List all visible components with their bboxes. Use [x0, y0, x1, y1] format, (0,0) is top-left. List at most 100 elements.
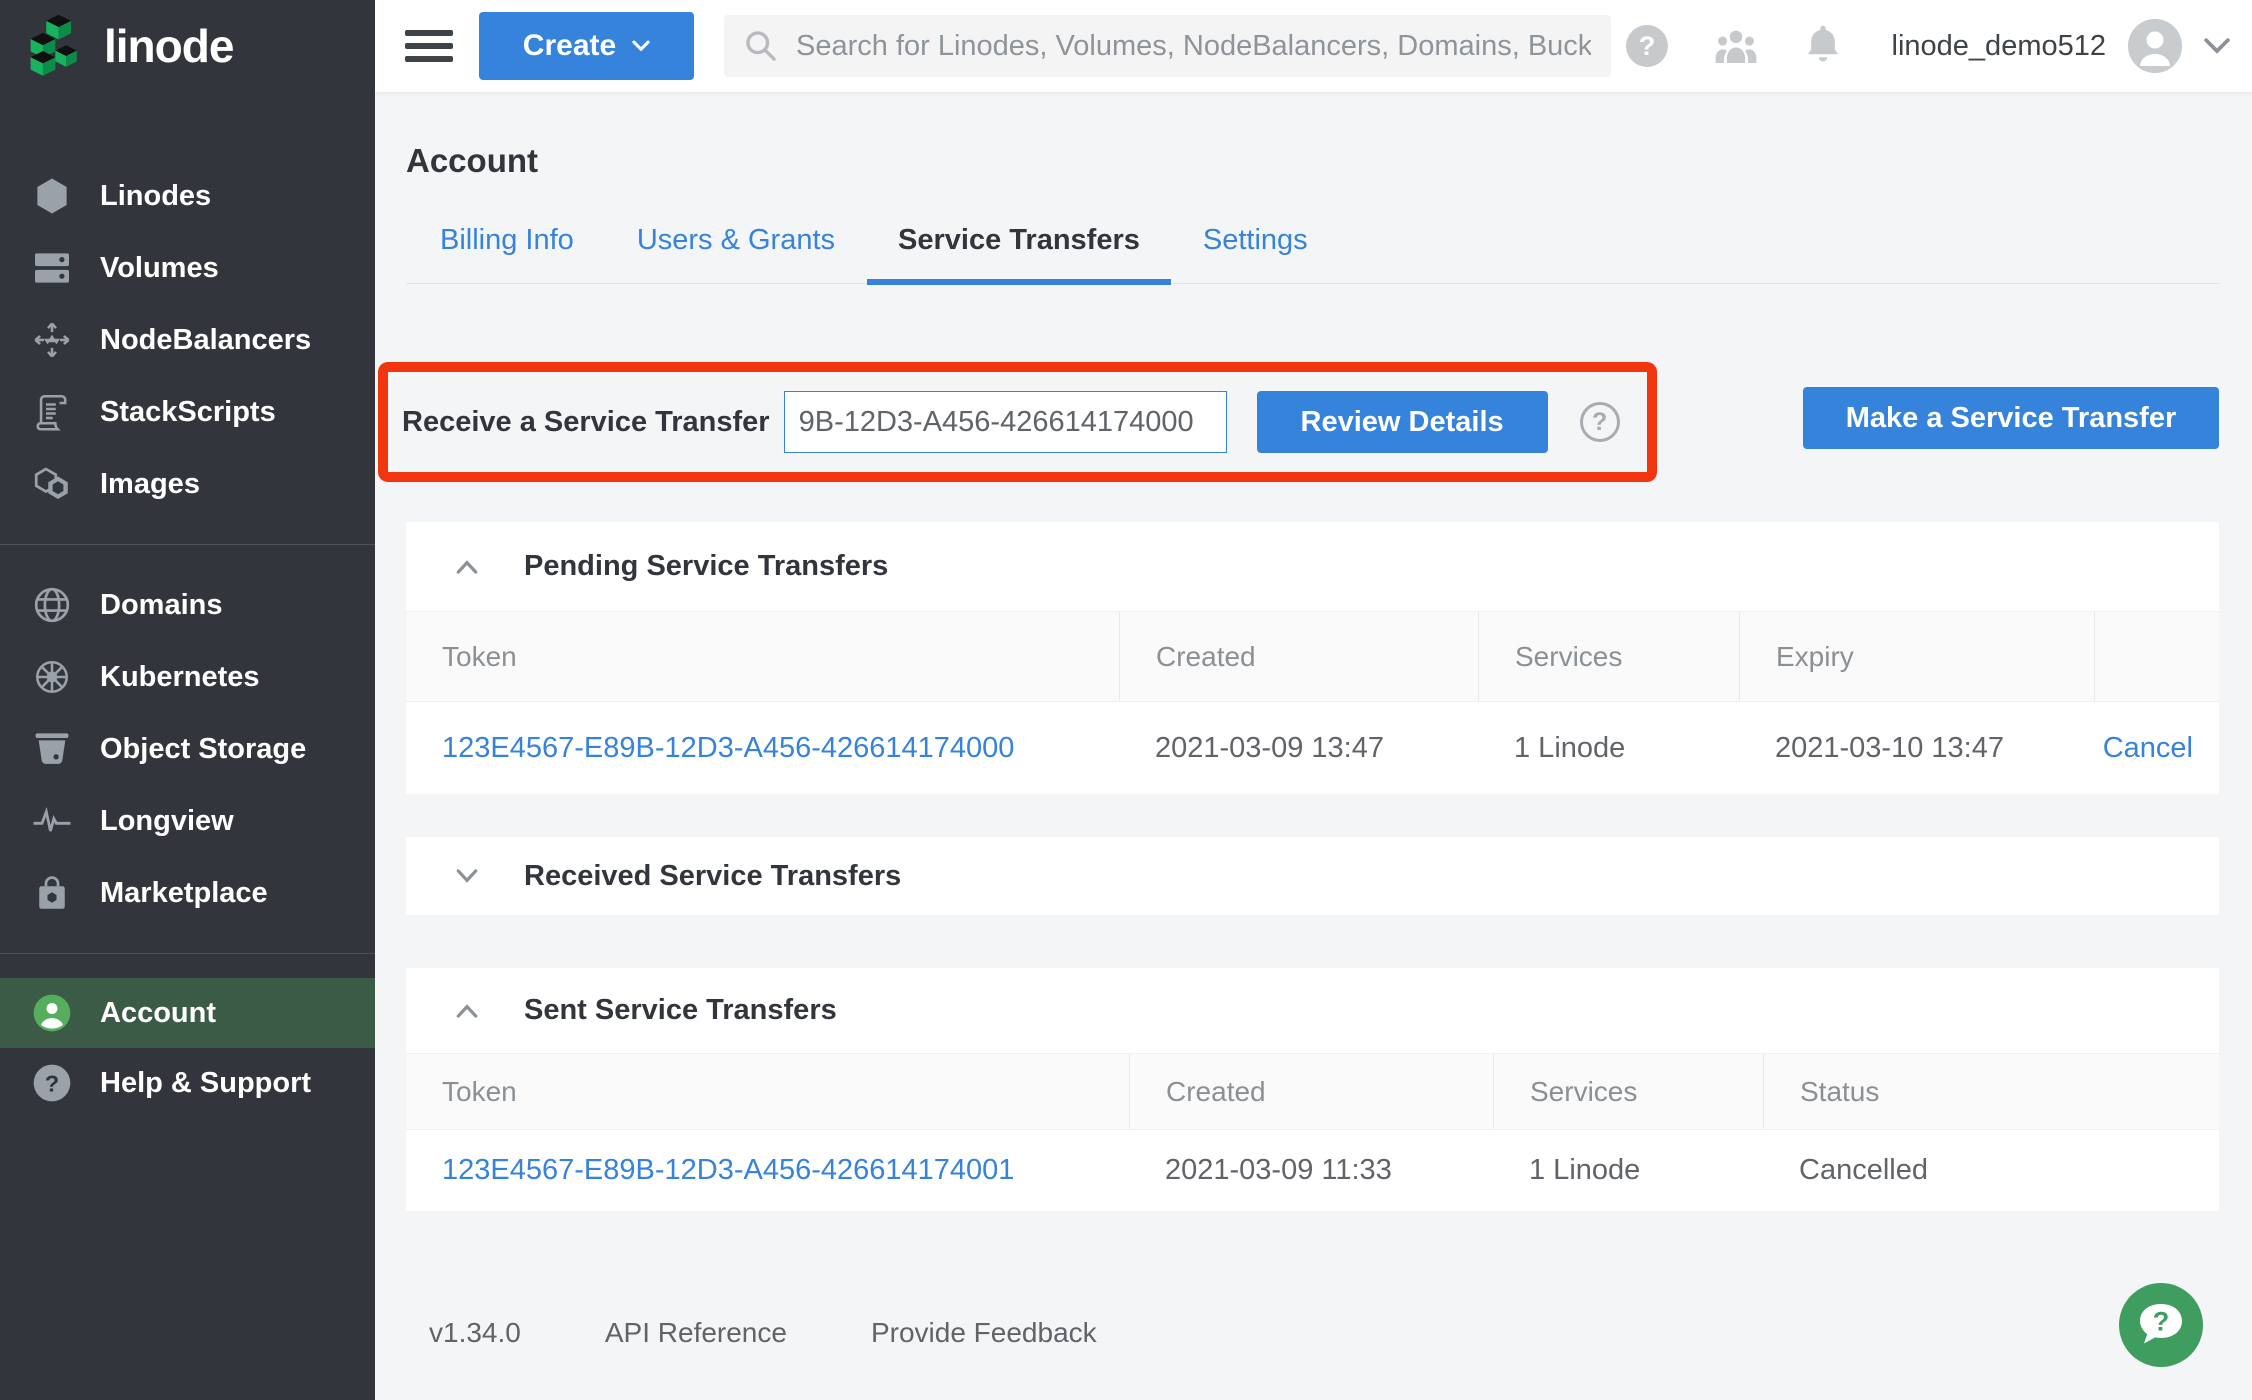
caret-up-icon	[455, 1003, 479, 1019]
avatar	[2128, 19, 2182, 73]
sidebar-item-account[interactable]: Account	[0, 978, 375, 1048]
received-transfers-panel: Received Service Transfers	[406, 837, 2219, 915]
search-icon	[744, 29, 778, 63]
api-reference-link[interactable]: API Reference	[605, 1317, 787, 1349]
pending-transfers-panel: Pending Service Transfers Token Created …	[406, 522, 2219, 794]
bucket-icon	[30, 731, 74, 767]
sidebar-item-longview[interactable]: Longview	[0, 785, 375, 857]
linode-logo-text: linode	[104, 19, 233, 73]
page-title: Account	[406, 142, 2219, 180]
notifications-button[interactable]	[1802, 23, 1844, 69]
sidebar-item-linodes[interactable]: Linodes	[0, 160, 375, 232]
sidebar-item-object-storage[interactable]: Object Storage	[0, 713, 375, 785]
help-tooltip-icon[interactable]: ?	[1580, 402, 1620, 442]
footer: v1.34.0 API Reference Provide Feedback	[406, 1317, 2219, 1349]
tab-billing-info[interactable]: Billing Info	[440, 224, 574, 283]
make-service-transfer-button[interactable]: Make a Service Transfer	[1803, 387, 2219, 449]
sidebar-item-nodebalancers[interactable]: NodeBalancers	[0, 304, 375, 376]
sidebar-item-volumes[interactable]: Volumes	[0, 232, 375, 304]
sidebar-item-domains[interactable]: Domains	[0, 569, 375, 641]
bell-icon	[1802, 23, 1844, 69]
review-details-button[interactable]: Review Details	[1257, 391, 1548, 453]
caret-up-icon	[455, 559, 479, 575]
pending-table-header: Token Created Services Expiry	[406, 611, 2219, 701]
svg-text:?: ?	[45, 1070, 59, 1096]
chat-help-bubble-icon: ?	[2118, 1282, 2204, 1368]
transfer-services: 1 Linode	[1478, 702, 1739, 794]
provide-feedback-link[interactable]: Provide Feedback	[871, 1317, 1097, 1349]
sent-panel-title: Sent Service Transfers	[524, 994, 837, 1027]
pulse-icon	[30, 806, 74, 836]
tab-users-grants[interactable]: Users & Grants	[637, 224, 835, 283]
user-menu[interactable]: linode_demo512	[1892, 19, 2230, 73]
sidebar-item-kubernetes[interactable]: Kubernetes	[0, 641, 375, 713]
linode-hexagon-icon	[30, 177, 74, 215]
received-panel-title: Received Service Transfers	[524, 860, 901, 893]
transfer-token-link[interactable]: 123E4567-E89B-12D3-A456-426614174001	[442, 1154, 1014, 1187]
sidebar-item-images[interactable]: Images	[0, 448, 375, 520]
sidebar-item-help-support[interactable]: ? Help & Support	[0, 1048, 375, 1118]
svg-text:?: ?	[2153, 1307, 2170, 1337]
account-page: Account Billing Info Users & Grants Serv…	[375, 142, 2252, 1349]
version-link[interactable]: v1.34.0	[429, 1317, 521, 1349]
help-chat-button[interactable]: ?	[2118, 1282, 2204, 1368]
column-header-created: Created	[1119, 612, 1478, 701]
transfer-status: Cancelled	[1763, 1130, 2219, 1211]
images-icon	[30, 466, 74, 502]
stackscripts-icon	[30, 392, 74, 432]
receive-transfer-label: Receive a Service Transfer	[402, 406, 770, 439]
sent-transfers-panel: Sent Service Transfers Token Created Ser…	[406, 968, 2219, 1211]
sent-table-header: Token Created Services Status	[406, 1053, 2219, 1129]
chevron-down-icon	[2204, 38, 2230, 54]
transfer-created: 2021-03-09 13:47	[1119, 702, 1478, 794]
cancel-transfer-link[interactable]: Cancel	[2103, 732, 2193, 765]
kubernetes-wheel-icon	[30, 658, 74, 696]
transfer-expiry: 2021-03-10 13:47	[1739, 702, 2094, 794]
linode-logo-icon	[28, 11, 86, 82]
sidebar-item-marketplace[interactable]: Marketplace	[0, 857, 375, 929]
column-header-status: Status	[1763, 1054, 2219, 1129]
topbar: Create ?	[375, 0, 2252, 92]
sidebar-group-account: Account ? Help & Support	[0, 953, 375, 1142]
sidebar-group-services: Domains Kubernetes	[0, 544, 375, 953]
sent-panel-toggle[interactable]: Sent Service Transfers	[406, 968, 2219, 1053]
column-header-token: Token	[406, 1054, 1129, 1129]
column-header-services: Services	[1493, 1054, 1763, 1129]
tab-service-transfers[interactable]: Service Transfers	[898, 224, 1140, 283]
create-button[interactable]: Create	[479, 12, 694, 80]
linode-logo[interactable]: linode	[0, 0, 375, 92]
search-input[interactable]	[796, 30, 1591, 63]
help-circle-icon: ?	[30, 1063, 74, 1103]
pending-panel-toggle[interactable]: Pending Service Transfers	[406, 522, 2219, 611]
sidebar: linode Linodes Volumes	[0, 0, 375, 1400]
column-header-created: Created	[1129, 1054, 1493, 1129]
username: linode_demo512	[1892, 30, 2106, 63]
users-group-icon	[1712, 24, 1760, 68]
transfer-created: 2021-03-09 11:33	[1129, 1130, 1493, 1211]
service-transfer-actions-row: Receive a Service Transfer Review Detail…	[406, 362, 2219, 482]
sidebar-group-compute: Linodes Volumes	[0, 92, 375, 544]
transfer-services: 1 Linode	[1493, 1130, 1763, 1211]
sidebar-nav: Linodes Volumes	[0, 92, 375, 1142]
linode-cloud-manager: linode Linodes Volumes	[0, 0, 2252, 1400]
chevron-down-icon	[632, 40, 650, 52]
nodebalancer-icon	[30, 321, 74, 359]
volumes-icon	[30, 251, 74, 285]
help-circle-icon: ?	[1624, 23, 1670, 69]
sidebar-item-stackscripts[interactable]: StackScripts	[0, 376, 375, 448]
red-annotation-highlight: Receive a Service Transfer Review Detail…	[378, 362, 1657, 482]
account-avatar-icon	[30, 993, 74, 1033]
hamburger-menu-icon[interactable]	[405, 26, 453, 66]
globe-icon	[30, 586, 74, 624]
column-header-services: Services	[1478, 612, 1739, 701]
pending-transfer-row: 123E4567-E89B-12D3-A456-426614174000 202…	[406, 701, 2219, 794]
transfer-token-link[interactable]: 123E4567-E89B-12D3-A456-426614174000	[442, 732, 1014, 765]
received-panel-toggle[interactable]: Received Service Transfers	[406, 837, 2219, 915]
help-button[interactable]: ?	[1624, 23, 1670, 69]
transfer-token-input[interactable]	[784, 391, 1227, 453]
search-box	[724, 15, 1611, 77]
caret-down-icon	[455, 868, 479, 884]
community-button[interactable]	[1712, 24, 1760, 68]
account-tabs: Billing Info Users & Grants Service Tran…	[406, 224, 2219, 284]
tab-settings[interactable]: Settings	[1203, 224, 1308, 283]
